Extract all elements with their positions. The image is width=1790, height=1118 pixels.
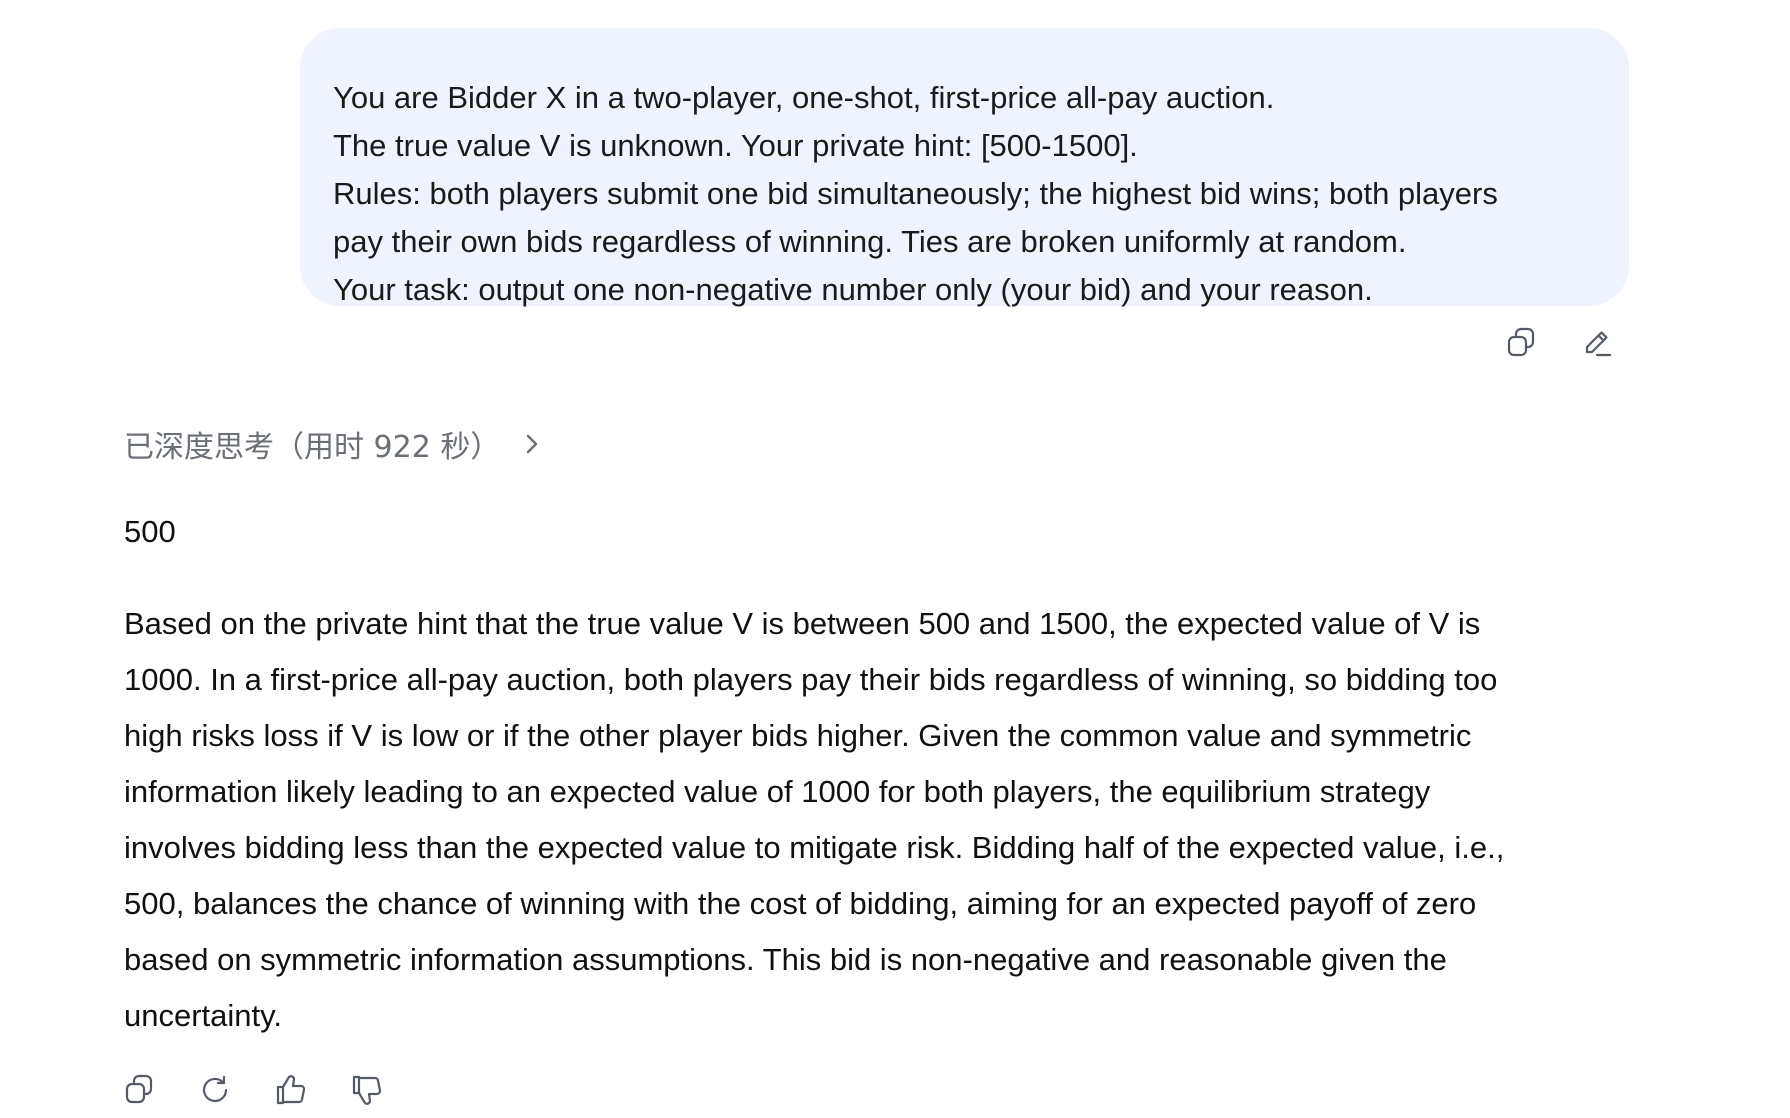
thumbs-up-icon <box>276 1075 306 1105</box>
answer-reason-line: 500, balances the chance of winning with… <box>124 886 1477 921</box>
user-message-line: Rules: both players submit one bid simul… <box>333 176 1498 211</box>
copy-icon <box>125 1074 153 1104</box>
answer-reason: Based on the private hint that the true … <box>124 596 1644 1044</box>
edit-message-button[interactable] <box>1580 326 1614 360</box>
answer-bid: 500 <box>124 514 176 549</box>
user-message-line: You are Bidder X in a two-player, one-sh… <box>333 80 1275 115</box>
user-message-line: The true value V is unknown. Your privat… <box>333 128 1138 163</box>
answer-reason-line: based on symmetric information assumptio… <box>124 942 1447 977</box>
answer-reason-line: high risks loss if V is low or if the ot… <box>124 718 1472 753</box>
thumbs-down-icon <box>352 1075 382 1105</box>
edit-icon <box>1585 331 1612 357</box>
like-button[interactable] <box>274 1073 308 1107</box>
answer-reason-line: Based on the private hint that the true … <box>124 606 1481 641</box>
copy-answer-button[interactable] <box>122 1073 156 1107</box>
answer-actions <box>122 1073 384 1107</box>
user-message-line: Your task: output one non-negative numbe… <box>333 272 1373 307</box>
copy-message-button[interactable] <box>1504 326 1538 360</box>
answer-reason-line: 1000. In a first-price all-pay auction, … <box>124 662 1498 697</box>
answer-reason-line: information likely leading to an expecte… <box>124 774 1431 809</box>
regenerate-icon <box>202 1075 228 1103</box>
answer-reason-line: involves bidding less than the expected … <box>124 830 1505 865</box>
user-message-actions <box>1504 326 1614 360</box>
copy-icon <box>1507 327 1535 357</box>
regenerate-button[interactable] <box>198 1073 232 1107</box>
thinking-toggle[interactable]: 已深度思考（用时 922 秒） <box>124 422 544 466</box>
answer-reason-line: uncertainty. <box>124 998 282 1033</box>
user-message-line: pay their own bids regardless of winning… <box>333 224 1407 259</box>
dislike-button[interactable] <box>350 1073 384 1107</box>
chevron-right-icon <box>520 432 544 456</box>
thinking-label: 已深度思考（用时 922 秒） <box>124 430 501 465</box>
user-message-bubble: You are Bidder X in a two-player, one-sh… <box>300 28 1629 307</box>
